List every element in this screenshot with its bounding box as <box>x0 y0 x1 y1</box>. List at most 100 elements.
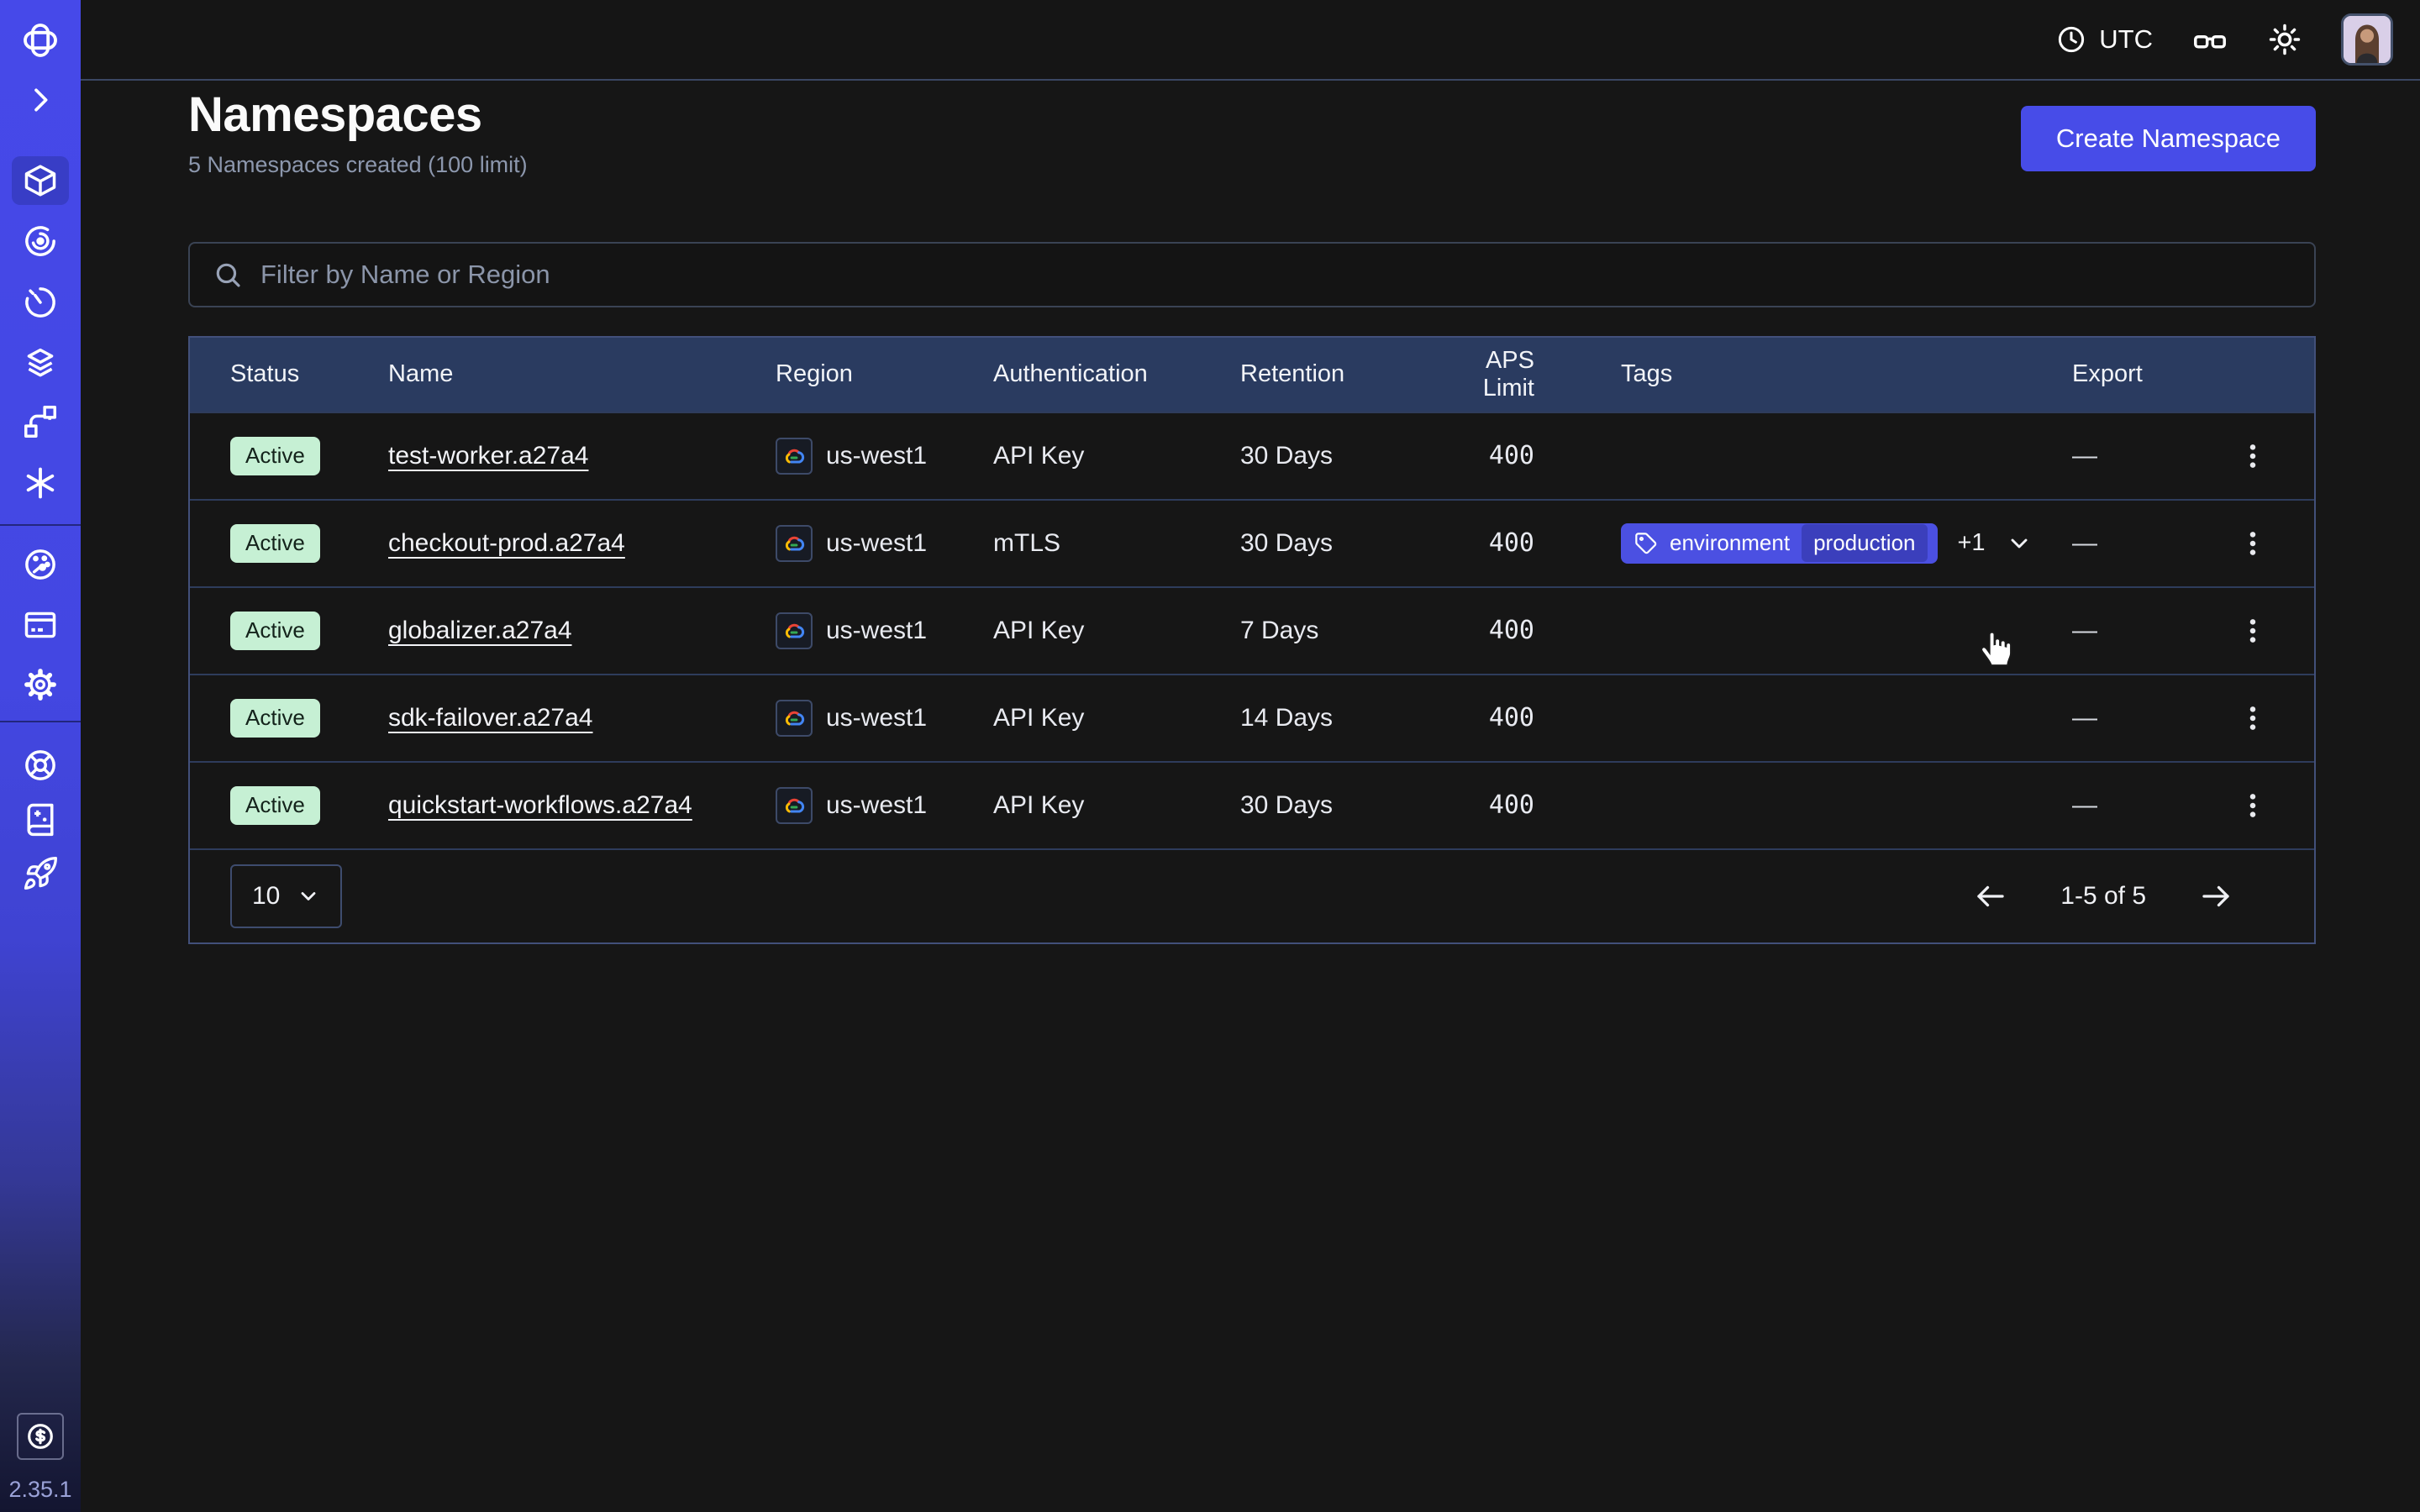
status-badge: Active <box>230 699 320 738</box>
col-aps-limit: APS Limit <box>1450 347 1534 402</box>
browser-card-icon <box>22 606 59 643</box>
tag-value: production <box>1802 524 1927 562</box>
credits-button[interactable] <box>17 1413 64 1460</box>
col-region: Region <box>776 360 993 388</box>
aps-limit-value: 400 <box>1450 441 1534 470</box>
namespace-link[interactable]: sdk-failover.a27a4 <box>388 704 593 732</box>
namespace-link[interactable]: checkout-prod.a27a4 <box>388 529 625 558</box>
retention-label: 30 Days <box>1240 529 1450 558</box>
nav-settings[interactable] <box>10 654 71 715</box>
nav-support[interactable] <box>10 735 71 795</box>
export-value: — <box>2072 617 2190 645</box>
chevron-right-icon <box>24 83 57 117</box>
sidebar-divider <box>0 721 81 722</box>
table-row: Active quickstart-workflows.a27a4 us-wes… <box>190 761 2314 848</box>
gcp-region-icon <box>776 438 813 475</box>
kebab-menu-icon <box>2238 704 2267 732</box>
sidebar: 2.35.1 <box>0 0 81 1512</box>
nav-docs[interactable] <box>10 789 71 849</box>
create-namespace-button[interactable]: Create Namespace <box>2021 106 2316 171</box>
region-label: us-west1 <box>826 704 927 732</box>
gauge-icon <box>22 546 59 583</box>
topbar: UTC <box>81 0 2420 81</box>
table-row: Active checkout-prod.a27a4 us-west1 mTLS… <box>190 499 2314 586</box>
theme-toggle-button[interactable] <box>2267 22 2302 57</box>
next-page-button[interactable] <box>2198 879 2233 914</box>
col-export: Export <box>2072 360 2190 388</box>
rocket-icon <box>22 855 59 892</box>
filter-input[interactable] <box>260 260 2292 290</box>
chevron-down-icon <box>297 885 320 908</box>
cube-icon <box>22 162 59 199</box>
kebab-menu-icon <box>2238 617 2267 645</box>
namespace-count-text: 5 Namespaces created (100 limit) <box>188 152 528 178</box>
page-size-select[interactable]: 10 <box>230 864 342 928</box>
layers-icon <box>22 344 59 381</box>
retention-label: 7 Days <box>1240 617 1450 645</box>
namespace-link[interactable]: quickstart-workflows.a27a4 <box>388 791 692 820</box>
nav-batch-operations[interactable] <box>10 333 71 393</box>
kebab-menu-icon <box>2238 442 2267 470</box>
nav-nexus[interactable] <box>10 453 71 513</box>
gcp-region-icon <box>776 700 813 737</box>
aps-limit-value: 400 <box>1450 790 1534 820</box>
col-retention: Retention <box>1240 360 1450 388</box>
lifebuoy-icon <box>22 747 59 784</box>
nav-workflows[interactable] <box>10 211 71 271</box>
auth-label: API Key <box>993 617 1240 645</box>
table-row: Active test-worker.a27a4 us-west1 API Ke… <box>190 412 2314 499</box>
page-title: Namespaces <box>188 87 528 144</box>
avatar-image <box>2344 16 2391 63</box>
nav-schedules[interactable] <box>10 272 71 333</box>
timezone-button[interactable]: UTC <box>2055 24 2153 55</box>
tag-badge[interactable]: environment production <box>1621 523 1938 564</box>
nav-getting-started[interactable] <box>10 843 71 904</box>
table-header-row: Status Name Region Authentication Retent… <box>190 338 2314 412</box>
expand-sidebar-button[interactable] <box>10 70 71 130</box>
user-avatar[interactable] <box>2341 13 2393 66</box>
aps-limit-value: 400 <box>1450 616 1534 645</box>
namespaces-table: Status Name Region Authentication Retent… <box>188 336 2316 944</box>
region-label: us-west1 <box>826 617 927 645</box>
row-menu-button[interactable] <box>2230 783 2275 828</box>
auth-label: mTLS <box>993 529 1240 558</box>
sun-icon <box>2267 22 2302 57</box>
row-menu-button[interactable] <box>2230 433 2275 479</box>
auth-label: API Key <box>993 704 1240 732</box>
labs-button[interactable] <box>2191 21 2228 58</box>
app-version: 2.35.1 <box>0 1477 81 1503</box>
gcp-region-icon <box>776 525 813 562</box>
nav-deployments[interactable] <box>10 391 71 452</box>
page-size-value: 10 <box>252 882 280 911</box>
export-value: — <box>2072 442 2190 470</box>
nav-usage[interactable] <box>10 534 71 595</box>
auth-label: API Key <box>993 442 1240 470</box>
aps-limit-value: 400 <box>1450 703 1534 732</box>
col-authentication: Authentication <box>993 360 1240 388</box>
sidebar-divider <box>0 524 81 526</box>
chevron-down-icon <box>2006 530 2033 557</box>
row-menu-button[interactable] <box>2230 521 2275 566</box>
kebab-menu-icon <box>2238 791 2267 820</box>
row-menu-button[interactable] <box>2230 608 2275 654</box>
export-value: — <box>2072 791 2190 820</box>
row-menu-button[interactable] <box>2230 696 2275 741</box>
previous-page-button[interactable] <box>1973 879 2008 914</box>
namespace-link[interactable]: test-worker.a27a4 <box>388 442 588 470</box>
arrow-left-icon <box>1973 879 2008 914</box>
clock-icon <box>2055 24 2087 55</box>
spiral-icon <box>22 223 59 260</box>
nav-billing[interactable] <box>10 595 71 655</box>
auth-label: API Key <box>993 791 1240 820</box>
book-sparkles-icon <box>22 801 59 837</box>
retention-label: 30 Days <box>1240 791 1450 820</box>
table-row: Active globalizer.a27a4 us-west1 API Key… <box>190 586 2314 674</box>
nav-namespaces[interactable] <box>12 156 69 205</box>
tags-expand-button[interactable] <box>2006 530 2033 557</box>
namespace-link[interactable]: globalizer.a27a4 <box>388 617 572 645</box>
tag-key: environment <box>1670 530 1790 556</box>
pagination: 1-5 of 5 <box>1973 879 2233 914</box>
col-status: Status <box>230 360 388 388</box>
tag-icon <box>1634 532 1658 555</box>
status-badge: Active <box>230 786 320 825</box>
